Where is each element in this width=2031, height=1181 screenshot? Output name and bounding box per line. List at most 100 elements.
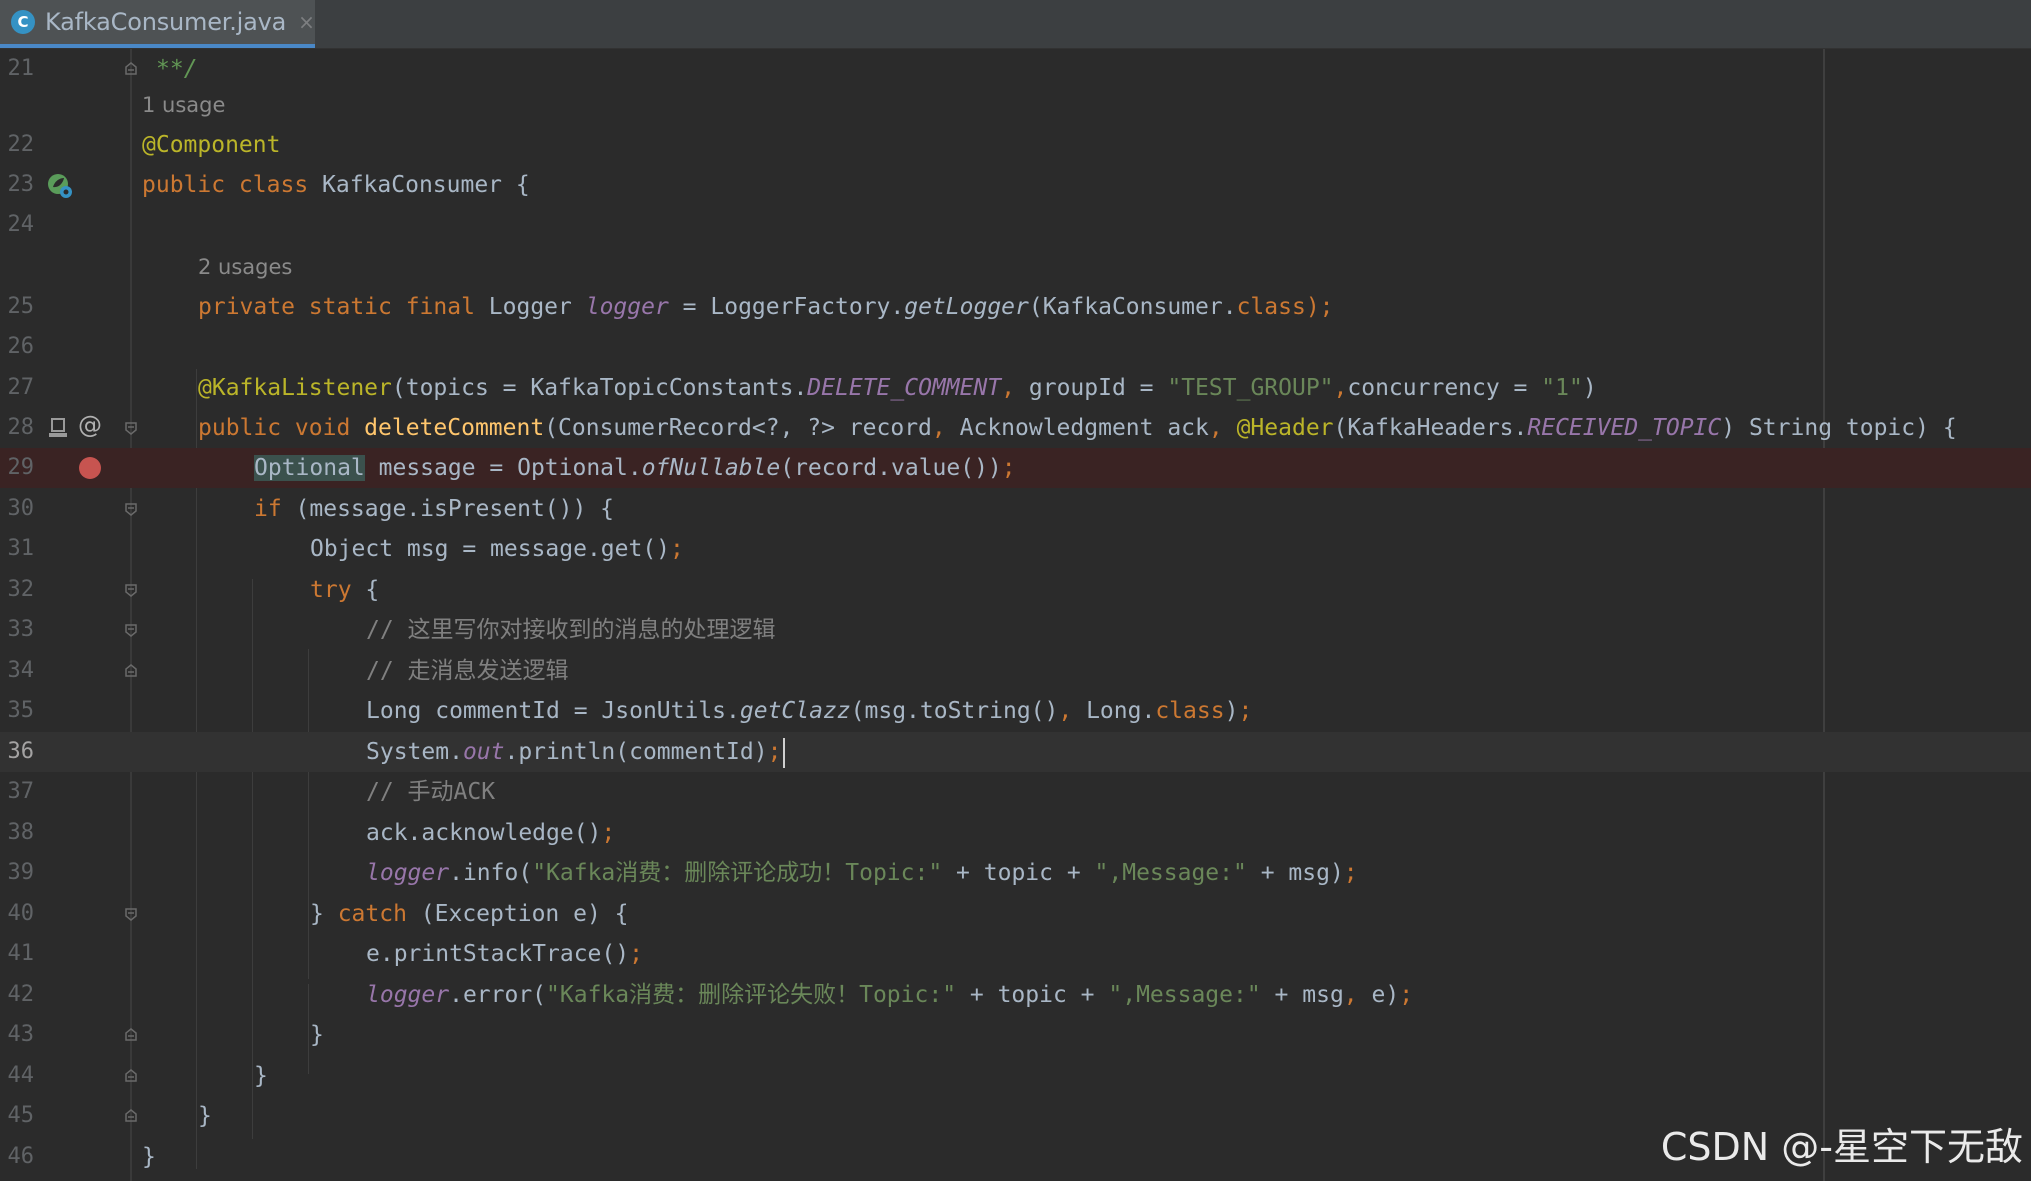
ack-statement: ack.acknowledge(); [366,820,616,846]
code-line-breakpoint: 29 Optional message = Optional.ofNullabl… [0,448,2031,488]
catch-statement: } catch (Exception e) { [310,901,629,927]
inlay-hint-line: 1 usage [0,85,2031,125]
code-line: 33 // 这里写你对接收到的消息的处理逻辑 [0,610,2031,650]
method-declaration: public void deleteComment(ConsumerRecord… [198,415,1957,441]
code-line: 28 @ public void deleteComment(ConsumerR… [0,408,2031,448]
fold-end-icon[interactable] [124,1109,138,1123]
editor-tab-bar: C KafkaConsumer.java × [0,0,2031,49]
text-caret [783,737,786,768]
code-line: 25 private static final Logger logger = … [0,287,2031,327]
line-number: 27 [7,375,35,400]
line-number: 33 [7,617,35,642]
usages-hint[interactable]: 2 usages [198,247,292,287]
code-editor[interactable]: 21 **/ 1 usage 22 @Component 23 public c… [0,49,2031,1181]
fold-start-icon[interactable] [124,907,138,921]
try-statement: try { [310,577,380,603]
listener-icon[interactable] [48,417,70,443]
line-number: 46 [7,1144,35,1169]
print-stack-trace-statement: e.printStackTrace(); [366,941,643,967]
line-number: 42 [7,982,35,1007]
logger-field: private static final Logger logger = Log… [198,294,1334,320]
code-line: 42 logger.error("Kafka消费：删除评论失败！Topic:" … [0,975,2031,1015]
watermark: CSDN @-星空下无敌 [1660,1125,2023,1169]
code-line: 41 e.printStackTrace(); [0,934,2031,974]
java-class-icon: C [11,10,35,34]
closing-brace: } [254,1063,268,1089]
optional-statement: Optional message = Optional.ofNullable(r… [254,455,1016,481]
code-line: 39 logger.info("Kafka消费：删除评论成功！Topic:" +… [0,853,2031,893]
code-line: 24 [0,205,2031,245]
line-number: 29 [7,455,35,480]
code-line: 44 } [0,1056,2031,1096]
code-line: 31 Object msg = message.get(); [0,529,2031,569]
code-line: 21 **/ [0,49,2031,89]
line-number: 21 [7,56,35,81]
fold-end-icon[interactable] [124,664,138,678]
code-line: 35 Long commentId = JsonUtils.getClazz(m… [0,691,2031,731]
line-number: 45 [7,1103,35,1128]
if-statement: if (message.isPresent()) { [254,496,615,522]
line-number: 44 [7,1063,35,1088]
fold-start-icon[interactable] [124,421,138,435]
line-number: 23 [7,172,35,197]
line-number: 43 [7,1022,35,1047]
at-sign-icon[interactable]: @ [78,411,102,439]
code-line: 38 ack.acknowledge(); [0,813,2031,853]
fold-start-icon[interactable] [124,583,138,597]
kafka-listener-annotation: @KafkaListener(topics = KafkaTopicConsta… [198,375,1597,401]
code-line: 43 } [0,1015,2031,1055]
line-comment: // 走消息发送逻辑 [366,658,569,684]
code-line: 27 @KafkaListener(topics = KafkaTopicCon… [0,368,2031,408]
code-line: 26 [0,327,2031,367]
tab-kafka-consumer[interactable]: C KafkaConsumer.java × [0,0,315,48]
code-line: 34 // 走消息发送逻辑 [0,651,2031,691]
fold-end-icon[interactable] [124,62,138,76]
ide-window: C KafkaConsumer.java × 21 **/ 1 usage 22… [0,0,2031,1181]
line-number: 41 [7,941,35,966]
spring-bean-icon[interactable] [46,172,74,204]
fold-start-icon[interactable] [124,623,138,637]
code-line: 37 // 手动ACK [0,772,2031,812]
closing-brace: } [142,1144,156,1170]
logger-error-statement: logger.error("Kafka消费：删除评论失败！Topic:" + t… [366,982,1414,1008]
breakpoint-icon[interactable] [79,457,101,479]
line-number: 30 [7,496,35,521]
code-line: 30 if (message.isPresent()) { [0,489,2031,529]
class-declaration: public class KafkaConsumer { [142,172,530,198]
line-number: 39 [7,860,35,885]
line-number: 32 [7,577,35,602]
closing-brace: } [310,1022,324,1048]
fold-end-icon[interactable] [124,1069,138,1083]
comment-id-statement: Long commentId = JsonUtils.getClazz(msg.… [366,698,1253,724]
line-number: 28 [7,415,35,440]
object-statement: Object msg = message.get(); [310,536,684,562]
line-number: 31 [7,536,35,561]
code-line: 23 public class KafkaConsumer { [0,165,2031,205]
line-number: 26 [7,334,35,359]
closing-brace: } [198,1103,212,1129]
tab-title: KafkaConsumer.java [45,8,287,36]
line-comment: // 这里写你对接收到的消息的处理逻辑 [366,617,776,643]
println-statement: System.out.println(commentId); [366,732,786,772]
code-line: 22 @Component [0,125,2031,165]
line-number: 25 [7,294,35,319]
line-number: 40 [7,901,35,926]
fold-start-icon[interactable] [124,502,138,516]
line-number: 35 [7,698,35,723]
line-number: 38 [7,820,35,845]
close-icon[interactable]: × [298,10,315,34]
line-number: 34 [7,658,35,683]
usages-hint[interactable]: 1 usage [142,85,225,125]
code-line-current: 36 System.out.println(commentId); [0,732,2031,772]
fold-end-icon[interactable] [124,1028,138,1042]
line-number: 36 [7,739,35,764]
doc-comment-end: **/ [156,56,198,82]
code-line: 40 } catch (Exception e) { [0,894,2031,934]
code-line: 32 try { [0,570,2031,610]
inlay-hint-line: 2 usages [0,247,2031,287]
annotation: @Component [142,132,281,158]
line-number: 37 [7,779,35,804]
line-number: 22 [7,132,35,157]
logger-info-statement: logger.info("Kafka消费：删除评论成功！Topic:" + to… [366,860,1358,886]
line-comment: // 手动ACK [366,779,496,805]
